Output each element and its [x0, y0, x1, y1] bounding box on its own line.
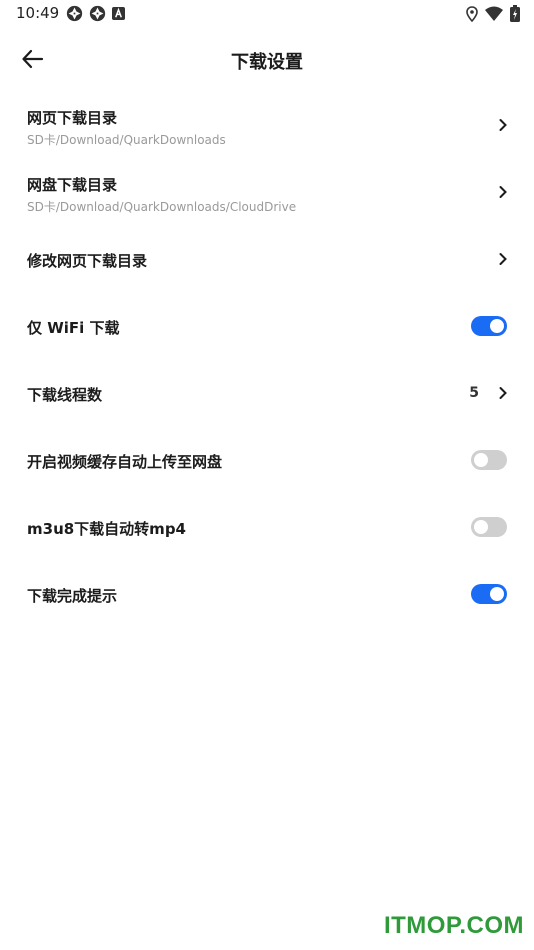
toggle-knob: [474, 520, 488, 534]
toggle-knob: [490, 319, 504, 333]
status-bar: 10:49: [0, 0, 534, 28]
setting-cloud-download-dir[interactable]: 网盘下载目录 SD卡/Download/QuarkDownloads/Cloud…: [0, 159, 534, 226]
setting-title: 下载线程数: [27, 386, 103, 404]
battery-icon: [510, 5, 520, 22]
setting-title: 网页下载目录: [27, 109, 118, 127]
settings-list: 网页下载目录 SD卡/Download/QuarkDownloads 网盘下载目…: [0, 92, 534, 628]
m3u8-convert-toggle[interactable]: [471, 517, 507, 537]
setting-download-threads[interactable]: 下载线程数 5: [0, 360, 534, 427]
setting-subtitle: SD卡/Download/QuarkDownloads: [27, 133, 226, 147]
thread-count-value: 5: [469, 385, 479, 401]
status-time: 10:49: [16, 4, 60, 22]
location-icon: [466, 5, 478, 22]
toggle-knob: [490, 587, 504, 601]
notification-icons: [66, 5, 125, 22]
video-cache-upload-toggle[interactable]: [471, 450, 507, 470]
setting-download-complete-notice[interactable]: 下载完成提示: [0, 561, 534, 628]
download-complete-toggle[interactable]: [471, 584, 507, 604]
chevron-right-icon: [499, 119, 507, 131]
setting-title: 开启视频缓存自动上传至网盘: [27, 453, 223, 471]
setting-change-web-dir[interactable]: 修改网页下载目录: [0, 226, 534, 293]
system-icons: [466, 5, 520, 22]
chevron-right-icon: [499, 186, 507, 198]
setting-title: 仅 WiFi 下载: [27, 319, 120, 337]
app-header: 下载设置: [0, 36, 534, 84]
wifi-only-toggle[interactable]: [471, 316, 507, 336]
page-title: 下载设置: [231, 52, 303, 73]
aperture-icon: [66, 5, 83, 22]
setting-subtitle: SD卡/Download/QuarkDownloads/CloudDrive: [27, 200, 297, 214]
wifi-icon: [485, 6, 503, 21]
toggle-knob: [474, 453, 488, 467]
setting-web-download-dir[interactable]: 网页下载目录 SD卡/Download/QuarkDownloads: [0, 92, 534, 159]
setting-title: 下载完成提示: [27, 587, 118, 605]
setting-title: 修改网页下载目录: [27, 252, 148, 270]
setting-title: 网盘下载目录: [27, 176, 118, 194]
setting-video-cache-upload[interactable]: 开启视频缓存自动上传至网盘: [0, 427, 534, 494]
chevron-right-icon: [499, 387, 507, 399]
chevron-right-icon: [499, 253, 507, 265]
setting-m3u8-to-mp4[interactable]: m3u8下载自动转mp4: [0, 494, 534, 561]
setting-wifi-only[interactable]: 仅 WiFi 下载: [0, 293, 534, 360]
aperture-icon: [89, 5, 106, 22]
watermark: ITMOP.COM: [383, 912, 524, 939]
setting-title: m3u8下载自动转mp4: [27, 520, 186, 538]
app-a-icon: [112, 7, 125, 20]
